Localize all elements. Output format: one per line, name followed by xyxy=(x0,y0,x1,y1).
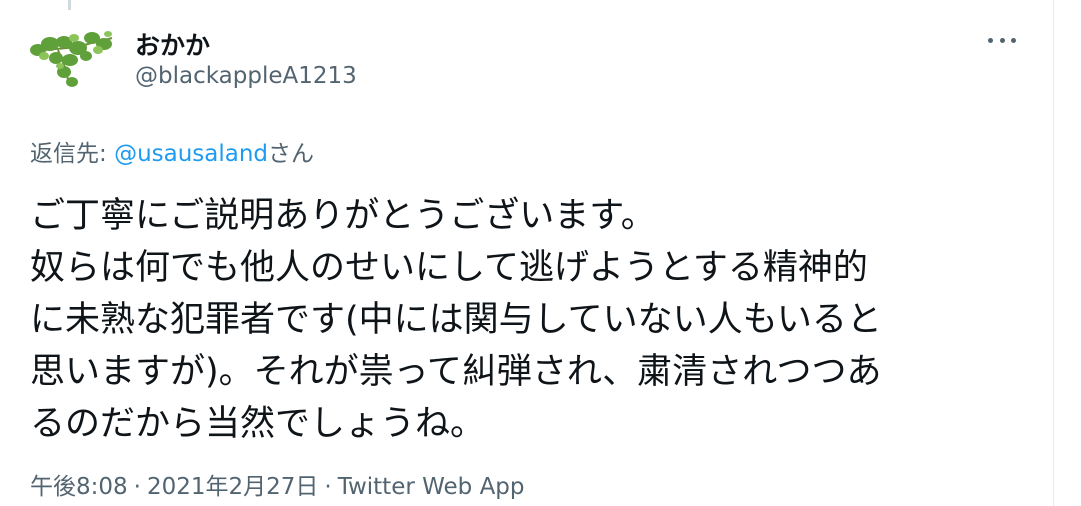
tweet-time-link[interactable]: 午後8:08 xyxy=(30,474,128,500)
tweet-card: おかか @blackappleA1213 返信先: @usausalandさん … xyxy=(0,0,1081,506)
more-dot-icon xyxy=(999,37,1005,43)
meta-separator: · xyxy=(324,474,332,500)
tweet-text-plain: 思いますが)。 xyxy=(30,352,254,392)
thread-connector-line xyxy=(68,0,71,10)
reply-to-prefix: 返信先: xyxy=(30,141,115,167)
tweet-metadata: 午後8:08 · 2021年2月27日 · Twitter Web App xyxy=(30,467,525,501)
more-dot-icon xyxy=(1011,37,1016,43)
more-options-button[interactable] xyxy=(984,28,1020,52)
reply-mention-link[interactable]: @usausaland xyxy=(114,141,268,167)
tweet-date-link[interactable]: 2021年2月27日 xyxy=(147,474,318,500)
highlight-marker: それが祟って糾弾され、粛清されつつあ xyxy=(253,352,882,396)
ivy-leaf-avatar-icon[interactable] xyxy=(28,26,114,88)
highlight-marker: るのだから当然でしょうね。 xyxy=(30,404,486,448)
tweet-body: ご丁寧にご説明ありがとうございます。 奴らは何でも他人のせいにして逃げようとする… xyxy=(30,190,882,450)
tweet-line-5: るのだから当然でしょうね。 xyxy=(30,398,882,450)
more-dot-icon xyxy=(988,37,993,43)
highlight-marker: に未熟な犯罪者です xyxy=(30,300,346,344)
tweet-line-2: 奴らは何でも他人のせいにして逃げようとする精神的 xyxy=(30,242,882,294)
author-handle[interactable]: @blackappleA1213 xyxy=(135,63,357,89)
timeline-right-border xyxy=(1053,0,1081,506)
highlight-marker: 奴らは何でも他人のせいにして逃げようとする精神的 xyxy=(30,248,868,292)
highlight-marker: ご丁寧にご説明ありがとうございます。 xyxy=(30,196,656,240)
tweet-source-link[interactable]: Twitter Web App xyxy=(338,474,525,500)
reply-to-suffix: さん xyxy=(268,141,315,167)
meta-separator: · xyxy=(133,474,141,500)
reply-to-line: 返信先: @usausalandさん xyxy=(30,134,314,168)
tweet-text-plain: (中には関与していない人もいると xyxy=(345,300,882,340)
tweet-line-3: に未熟な犯罪者です(中には関与していない人もいると xyxy=(30,294,882,346)
tweet-line-4: 思いますが)。それが祟って糾弾され、粛清されつつあ xyxy=(30,346,882,398)
tweet-line-1: ご丁寧にご説明ありがとうございます。 xyxy=(30,190,882,242)
author-display-name[interactable]: おかか xyxy=(135,26,210,62)
